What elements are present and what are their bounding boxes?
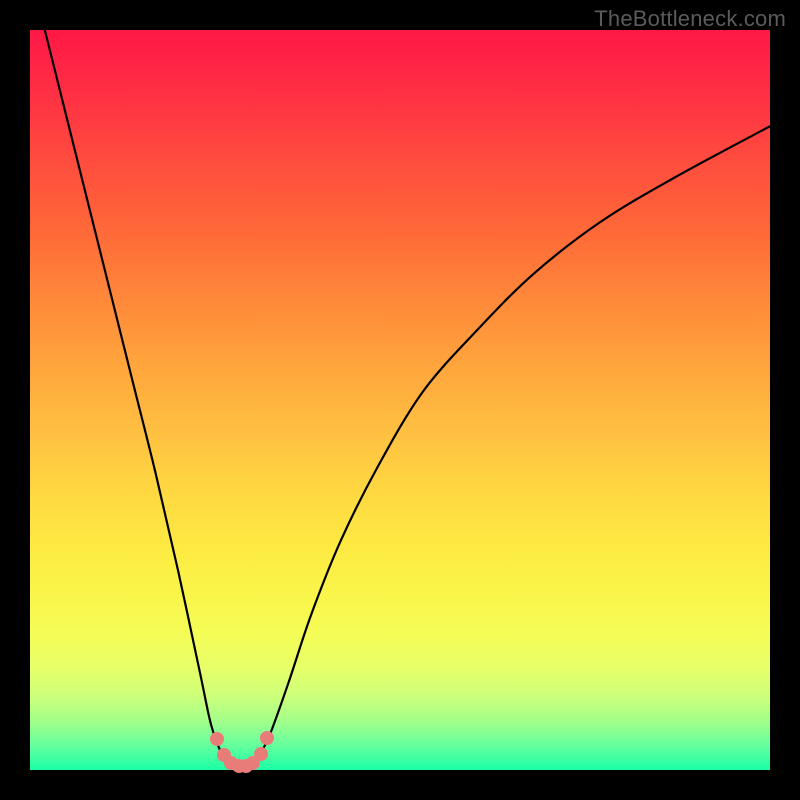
highlight-dot xyxy=(210,732,224,746)
watermark-text: TheBottleneck.com xyxy=(594,6,786,32)
highlight-dot xyxy=(260,731,274,745)
chart-plot-area xyxy=(30,30,770,770)
highlight-dot xyxy=(254,747,268,761)
minimum-region-dots xyxy=(30,30,770,770)
